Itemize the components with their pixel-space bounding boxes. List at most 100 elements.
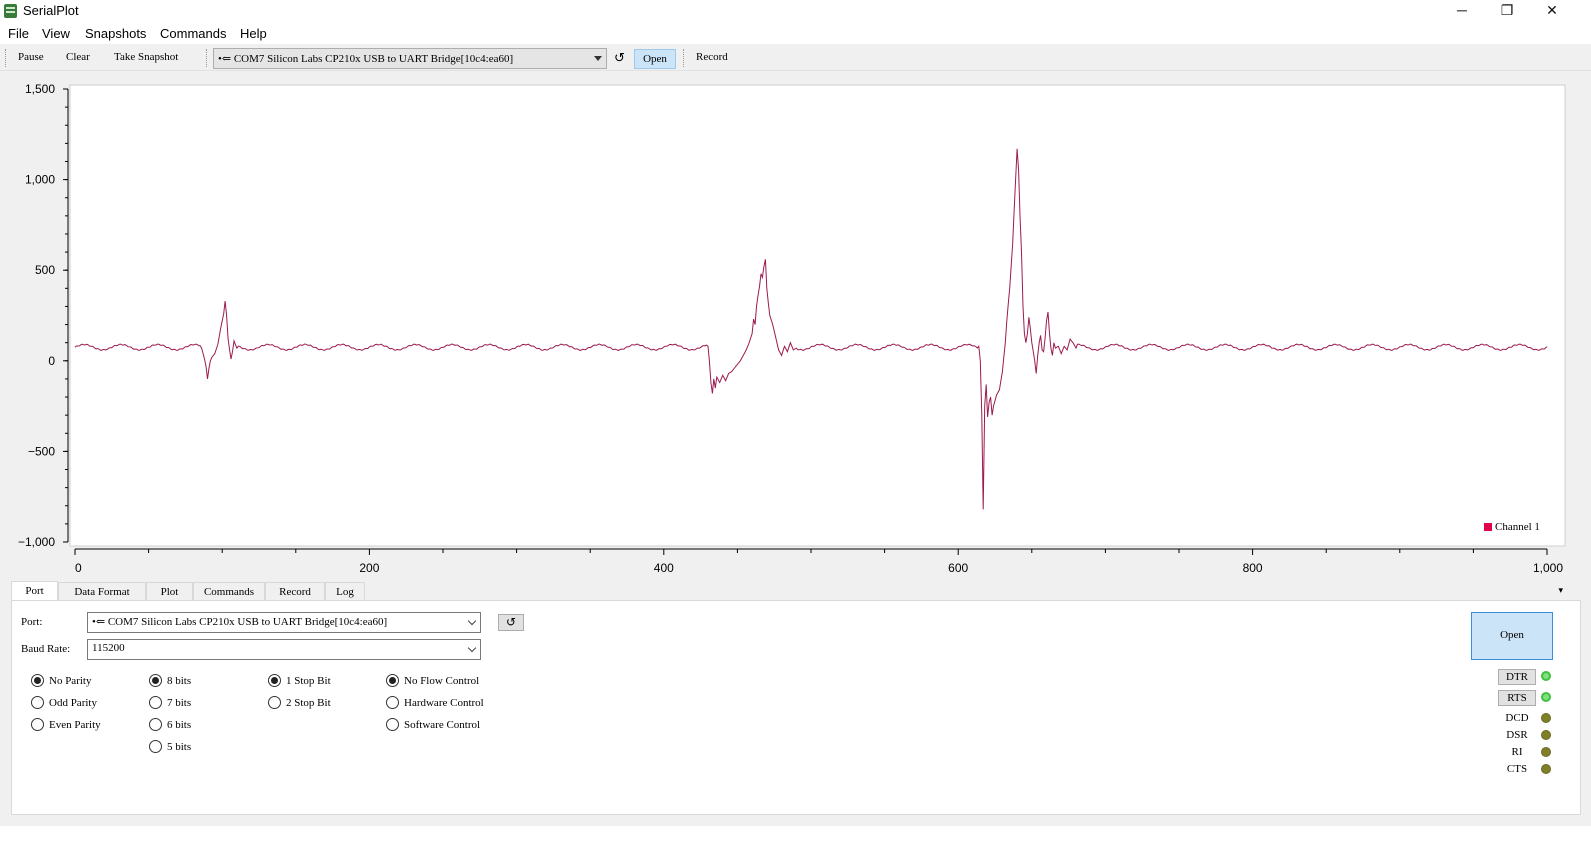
tab-record[interactable]: Record (265, 582, 325, 601)
plot-area[interactable]: 1,500 1,000 500 0 −500 −1,000 0 200 400 600 800 1,… (0, 72, 1591, 580)
radio-indicator (149, 696, 162, 709)
radio-indicator (386, 718, 399, 731)
record-button[interactable]: Record (696, 51, 728, 63)
radio-even-parity[interactable]: Even Parity (31, 718, 101, 731)
cts-label: CTS (1506, 763, 1528, 775)
toolbar-separator (683, 49, 684, 67)
toolbar-open-button[interactable]: Open (634, 49, 676, 69)
menu-snapshots[interactable]: Snapshots (85, 26, 146, 41)
radio-5-bits[interactable]: 5 bits (149, 740, 191, 753)
dtr-led-icon (1541, 671, 1551, 681)
radio-indicator (31, 718, 44, 731)
toolbar: Pause Clear Take Snapshot •⇐ COM7 Silico… (0, 45, 1591, 71)
x-tick-label: 600 (948, 561, 968, 575)
y-tick-label: −500 (28, 444, 55, 458)
baud-rate-select[interactable]: 115200 (87, 639, 481, 660)
radio-indicator (149, 740, 162, 753)
port-refresh-button[interactable]: ↺ (498, 614, 524, 631)
tab-port[interactable]: Port (11, 581, 58, 602)
rts-led-icon (1541, 692, 1551, 702)
radio-no-flow-control[interactable]: No Flow Control (386, 674, 479, 687)
y-tick-label: 1,000 (25, 173, 55, 187)
radio-1-stop-bit[interactable]: 1 Stop Bit (268, 674, 331, 687)
toolbar-grip (5, 49, 6, 67)
tab-commands[interactable]: Commands (193, 582, 265, 601)
radio-software-control[interactable]: Software Control (386, 718, 480, 731)
radio-label: 7 bits (167, 697, 192, 709)
radio-label: 8 bits (167, 675, 192, 687)
x-axis-ticks: 0 200 400 600 800 1,000 (74, 549, 1563, 575)
radio-6-bits[interactable]: 6 bits (149, 718, 191, 731)
dsr-led-icon (1541, 730, 1551, 740)
port-panel: Port: •⇐ COM7 Silicon Labs CP210x USB to… (11, 600, 1581, 815)
x-tick-label: 0 (75, 561, 82, 575)
take-snapshot-button[interactable]: Take Snapshot (114, 51, 178, 63)
chevron-down-icon (467, 643, 477, 653)
radio-7-bits[interactable]: 7 bits (149, 696, 191, 709)
radio-hardware-control[interactable]: Hardware Control (386, 696, 484, 709)
radio-2-stop-bit[interactable]: 2 Stop Bit (268, 696, 331, 709)
radio-label: No Flow Control (404, 675, 480, 687)
y-axis-ticks: 1,500 1,000 500 0 −500 −1,000 (18, 82, 68, 549)
rts-button[interactable]: RTS (1498, 690, 1536, 706)
menu-file[interactable]: File (8, 26, 29, 41)
window-title: SerialPlot (23, 3, 79, 18)
y-tick-label: 0 (48, 354, 55, 368)
x-tick-label: 200 (359, 561, 379, 575)
status-area (0, 826, 1591, 855)
x-tick-label: 400 (654, 561, 674, 575)
legend-label: Channel 1 (1495, 521, 1540, 533)
radio-label: Even Parity (49, 719, 101, 731)
radio-indicator (386, 674, 399, 687)
pause-button[interactable]: Pause (18, 51, 44, 63)
ri-led-icon (1541, 747, 1551, 757)
radio-label: 2 Stop Bit (286, 697, 331, 709)
y-tick-label: 500 (35, 263, 55, 277)
clear-button[interactable]: Clear (66, 51, 90, 63)
baud-rate-value: 115200 (92, 642, 125, 654)
dcd-label: DCD (1505, 712, 1529, 724)
tab-data-format[interactable]: Data Format (58, 582, 146, 601)
ri-label: RI (1511, 746, 1523, 758)
toolbar-port-select[interactable]: •⇐ COM7 Silicon Labs CP210x USB to UART … (213, 48, 607, 69)
radio-label: 6 bits (167, 719, 192, 731)
toolbar-separator (206, 49, 207, 67)
radio-8-bits[interactable]: 8 bits (149, 674, 191, 687)
restore-button[interactable]: ❐ (1485, 0, 1529, 22)
radio-indicator (268, 674, 281, 687)
menu-view[interactable]: View (42, 26, 70, 41)
chevron-down-icon (467, 616, 477, 626)
dtr-button[interactable]: DTR (1498, 669, 1536, 685)
y-tick-label: 1,500 (25, 82, 55, 96)
radio-label: Odd Parity (49, 697, 97, 709)
minimize-button[interactable]: ─ (1440, 0, 1484, 22)
radio-label: Hardware Control (404, 697, 484, 709)
radio-label: Software Control (404, 719, 481, 731)
tab-log[interactable]: Log (325, 582, 365, 601)
tab-plot[interactable]: Plot (146, 582, 193, 601)
x-tick-label: 1,000 (1533, 561, 1563, 575)
radio-indicator (149, 718, 162, 731)
radio-indicator (268, 696, 281, 709)
toolbar-port-value: •⇐ COM7 Silicon Labs CP210x USB to UART … (218, 53, 514, 65)
legend-swatch (1484, 523, 1492, 531)
menu-help[interactable]: Help (240, 26, 267, 41)
tab-scroll-icon[interactable]: ▾ (1558, 585, 1563, 596)
radio-label: No Parity (49, 675, 92, 687)
y-tick-label: −1,000 (18, 535, 55, 549)
open-port-button[interactable]: Open (1471, 612, 1553, 660)
radio-label: 1 Stop Bit (286, 675, 331, 687)
menu-commands[interactable]: Commands (160, 26, 226, 41)
port-select[interactable]: •⇐ COM7 Silicon Labs CP210x USB to UART … (87, 612, 481, 633)
plot-chart: 1,500 1,000 500 0 −500 −1,000 0 200 400 600 800 1,… (18, 82, 1566, 575)
tab-bar: Port Data Format Plot Commands Record Lo… (11, 581, 1581, 602)
radio-odd-parity[interactable]: Odd Parity (31, 696, 97, 709)
refresh-icon[interactable]: ↺ (614, 50, 625, 66)
close-button[interactable]: ✕ (1530, 0, 1574, 22)
port-select-value: •⇐ COM7 Silicon Labs CP210x USB to UART … (92, 616, 388, 628)
radio-no-parity[interactable]: No Parity (31, 674, 91, 687)
chevron-down-icon (594, 56, 602, 61)
dcd-led-icon (1541, 713, 1551, 723)
plot-canvas (69, 84, 1566, 547)
cts-led-icon (1541, 764, 1551, 774)
